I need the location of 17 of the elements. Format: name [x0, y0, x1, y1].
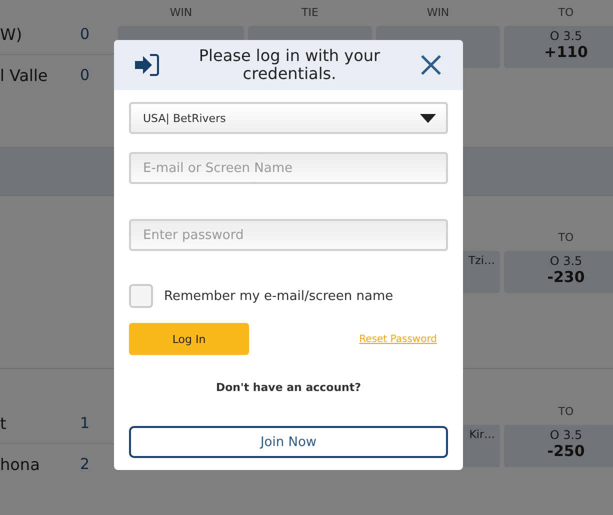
team-name: hona — [0, 454, 41, 474]
team-score: 0 — [80, 66, 90, 84]
market-header: WIN — [426, 5, 450, 21]
market-header: WIN — [168, 5, 194, 21]
market-header: TO — [557, 230, 575, 246]
team-score: 0 — [80, 25, 90, 43]
team-name: W) — [0, 24, 24, 44]
signup-prompt: Don't have an account? — [214, 381, 362, 394]
team-name: l Valle — [0, 66, 49, 84]
team-score: 2 — [80, 455, 90, 473]
dialog-title: Please log in with your credentials. — [198, 47, 382, 83]
market-header: TO — [557, 404, 575, 420]
team-name: t — [0, 414, 8, 432]
market-header: TIE — [300, 5, 320, 21]
team-score: 1 — [80, 414, 90, 432]
remember-label: Remember my e-mail/screen name — [164, 288, 394, 304]
market-header: TO — [557, 5, 575, 21]
